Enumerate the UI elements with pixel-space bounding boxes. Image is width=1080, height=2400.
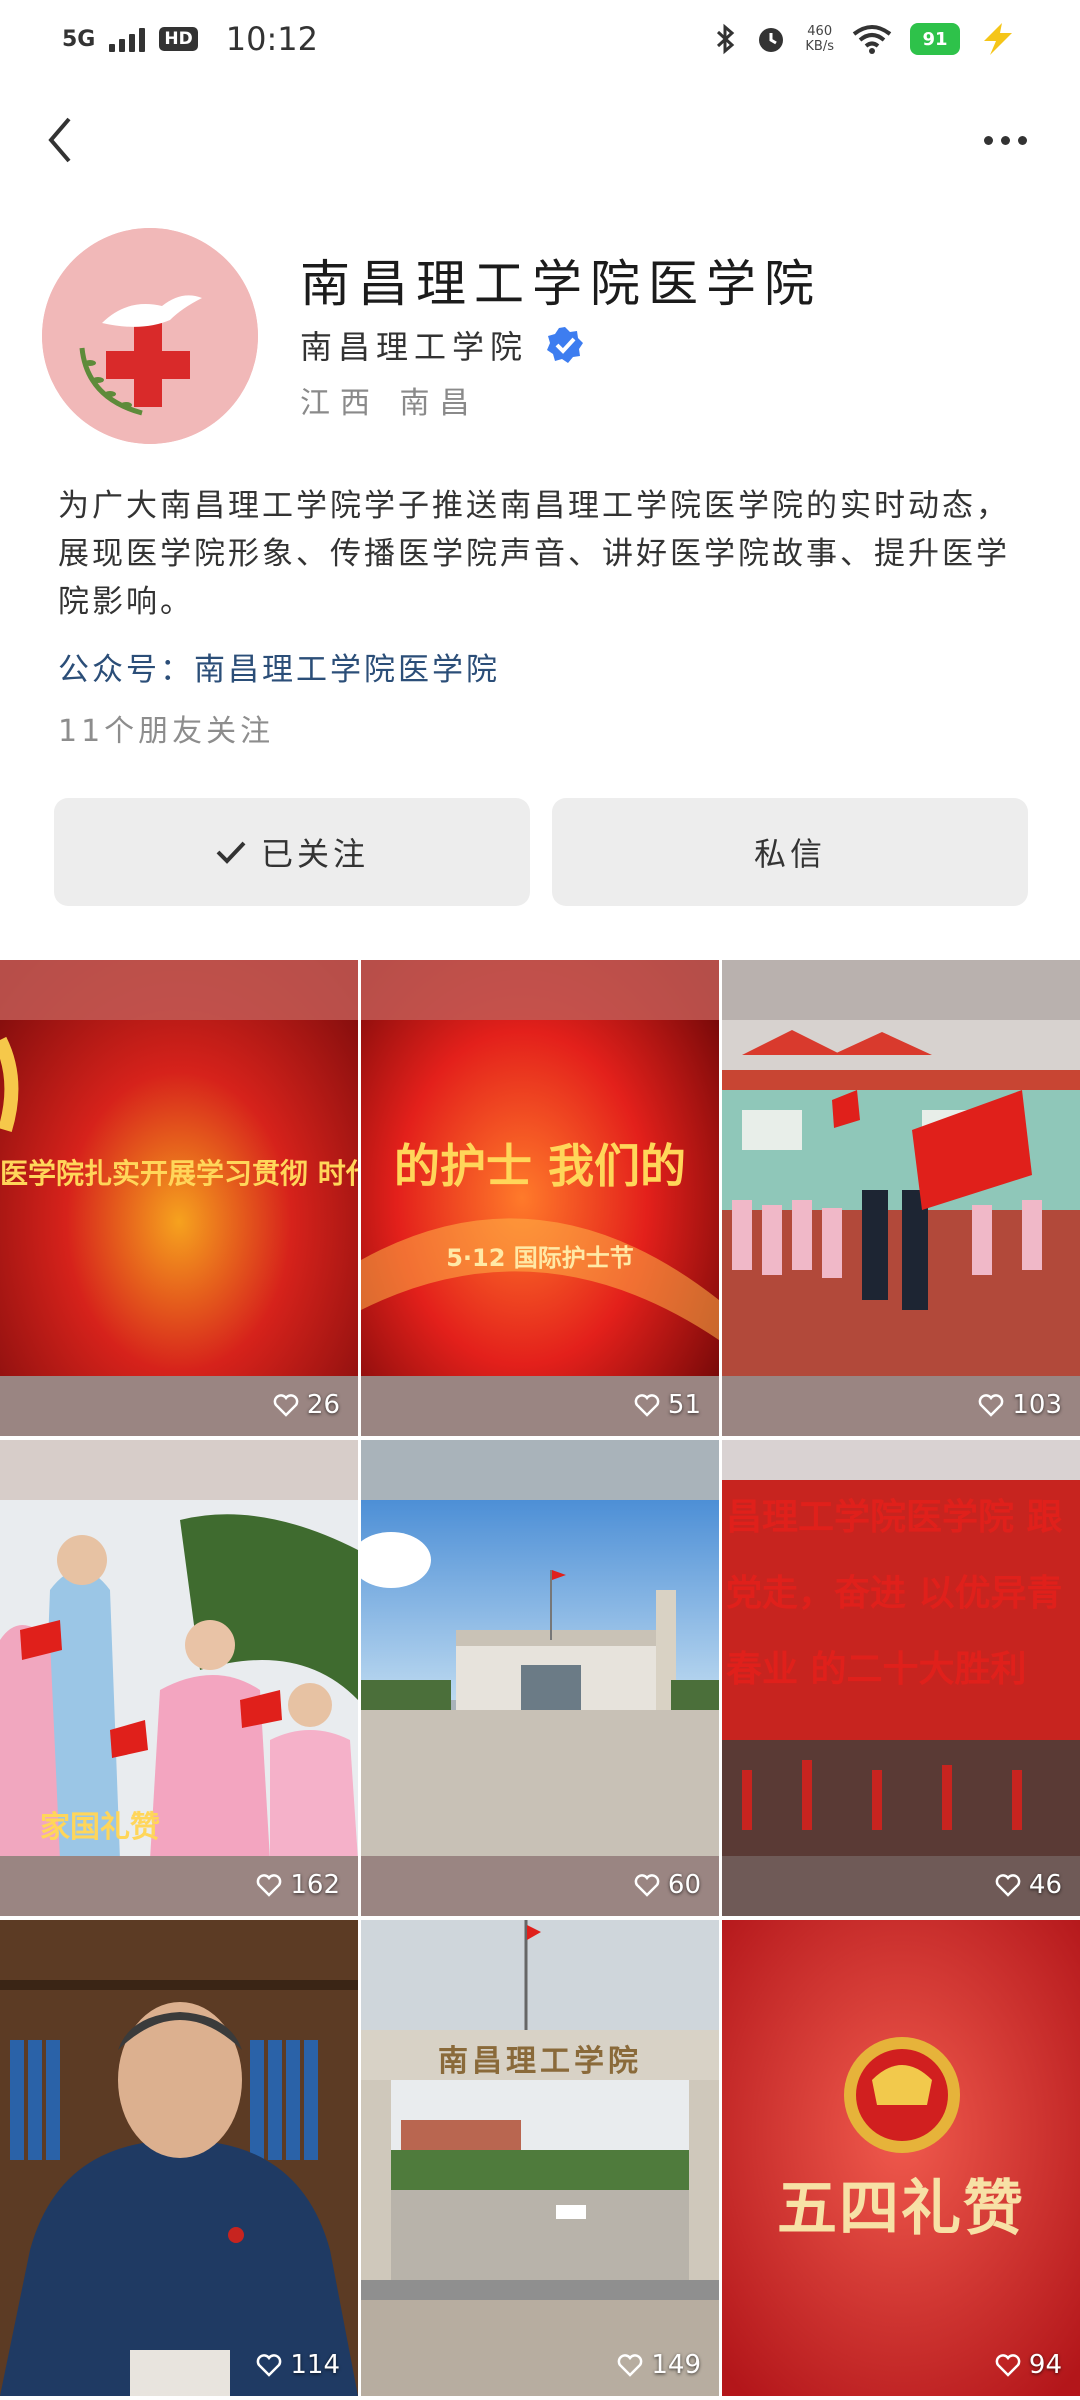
like-count-value: 26 bbox=[306, 1390, 340, 1420]
speed-value: 460 bbox=[807, 24, 833, 39]
video-caption: 昌理工学院医学院 跟党走，奋进 以优异青春业 的二十大胜利 bbox=[726, 1497, 1063, 1690]
like-count: 46 bbox=[995, 1870, 1062, 1900]
like-count-value: 103 bbox=[1012, 1390, 1062, 1420]
video-caption: 家国礼赞 bbox=[40, 1810, 160, 1845]
avatar[interactable] bbox=[42, 228, 258, 444]
friends-following[interactable]: 11个朋友关注 bbox=[58, 706, 274, 750]
like-count: 60 bbox=[634, 1870, 701, 1900]
video-tile[interactable]: 的护士 我们的 5·12 国际护士节 51 bbox=[361, 960, 719, 1436]
heart-icon bbox=[618, 2354, 643, 2377]
heart-icon bbox=[257, 1874, 282, 1897]
heart-icon bbox=[995, 1874, 1021, 1897]
page-title: 南昌理工学院医学院 bbox=[300, 255, 822, 313]
heart-icon bbox=[634, 1394, 660, 1417]
video-tile[interactable]: 114 bbox=[0, 1920, 358, 2396]
check-icon bbox=[216, 841, 246, 864]
battery-indicator: 91 bbox=[910, 23, 960, 55]
video-thumbnail bbox=[0, 1920, 358, 2396]
video-tile[interactable]: 昌理工学院医学院 跟党走，奋进 以优异青春业 的二十大胜利 46 bbox=[722, 1440, 1080, 1916]
more-icon bbox=[983, 135, 993, 145]
alarm-icon bbox=[759, 28, 784, 52]
heart-icon bbox=[995, 2354, 1021, 2377]
video-caption: 的护士 我们的 bbox=[393, 1139, 686, 1193]
message-label: 私信 bbox=[753, 835, 826, 873]
network-label: 5G bbox=[62, 26, 96, 52]
more-button[interactable] bbox=[970, 110, 1040, 170]
back-icon bbox=[48, 117, 71, 163]
network-speed: 460 KB/s bbox=[805, 24, 834, 54]
video-thumbnail bbox=[722, 1920, 1080, 2396]
video-tile[interactable]: 医学院扎实开展学习贯彻 时代中国特色社会主义思想 五一二国际护士节系列活动 26 bbox=[0, 960, 358, 1436]
profile-description: 为广大南昌理工学院学子推送南昌理工学院医学院的实时动态，展现医学院形象、传播医学… bbox=[58, 488, 1010, 620]
like-count: 162 bbox=[256, 1870, 340, 1900]
location: 江西 南昌 bbox=[300, 386, 480, 421]
video-thumbnail bbox=[361, 960, 719, 1436]
org-name: 南昌理工学院 bbox=[300, 328, 529, 366]
video-tile[interactable]: 103 bbox=[722, 960, 1080, 1436]
heart-icon bbox=[979, 1394, 1004, 1417]
charging-icon bbox=[984, 23, 1012, 55]
video-tile[interactable]: 家国礼赞 162 bbox=[0, 1440, 358, 1916]
verified-icon bbox=[547, 327, 584, 363]
speed-unit: KB/s bbox=[805, 39, 834, 54]
signal-icon bbox=[109, 26, 146, 52]
video-subcaption: 5·12 国际护士节 bbox=[446, 1244, 634, 1272]
video-caption: 南昌理工学院 bbox=[438, 2044, 642, 2079]
video-thumbnail bbox=[361, 1920, 719, 2396]
hd-badge: HD bbox=[159, 27, 198, 51]
heart-icon bbox=[273, 1394, 299, 1417]
like-count-value: 149 bbox=[651, 2350, 701, 2380]
heart-icon bbox=[257, 2354, 282, 2377]
nav-bar bbox=[0, 90, 1080, 190]
video-thumbnail bbox=[0, 960, 358, 1436]
status-bar: 5G HD 10:12 460 KB/s 91 bbox=[0, 0, 1080, 78]
heart-icon bbox=[634, 1874, 660, 1897]
video-thumbnail bbox=[361, 1440, 719, 1916]
official-account-link[interactable]: 公众号：南昌理工学院医学院 bbox=[58, 644, 500, 689]
video-thumbnail bbox=[722, 960, 1080, 1436]
video-tile[interactable]: 60 bbox=[361, 1440, 719, 1916]
like-count: 26 bbox=[273, 1390, 340, 1420]
like-count: 149 bbox=[617, 2350, 701, 2380]
like-count-value: 162 bbox=[290, 1870, 340, 1900]
org-row[interactable]: 南昌理工学院 bbox=[300, 322, 584, 368]
video-caption: 医学院扎实开展学习贯彻 时代中国特色社会主义思想 五一二国际护士节系列活动 bbox=[0, 1157, 358, 1190]
like-count-value: 114 bbox=[290, 2350, 340, 2380]
avatar-logo bbox=[42, 228, 258, 444]
like-count: 114 bbox=[256, 2350, 340, 2380]
video-grid: 医学院扎实开展学习贯彻 时代中国特色社会主义思想 五一二国际护士节系列活动 26… bbox=[0, 960, 1080, 2400]
like-count-value: 94 bbox=[1028, 2350, 1062, 2380]
back-button[interactable] bbox=[30, 110, 90, 170]
message-button[interactable]: 私信 bbox=[552, 798, 1028, 906]
like-count-value: 46 bbox=[1028, 1870, 1062, 1900]
like-count-value: 51 bbox=[667, 1390, 701, 1420]
video-tile[interactable]: 五四礼赞 94 bbox=[722, 1920, 1080, 2396]
video-tile[interactable]: 南昌理工学院 149 bbox=[361, 1920, 719, 2396]
video-caption: 五四礼赞 bbox=[777, 2174, 1025, 2244]
follow-button[interactable]: 已关注 bbox=[54, 798, 530, 906]
follow-label: 已关注 bbox=[260, 835, 369, 873]
like-count: 103 bbox=[978, 1390, 1062, 1420]
like-count-value: 60 bbox=[667, 1870, 701, 1900]
like-count: 51 bbox=[634, 1390, 701, 1420]
bluetooth-icon bbox=[717, 23, 735, 55]
clock: 10:12 bbox=[225, 20, 318, 58]
like-count: 94 bbox=[995, 2350, 1062, 2380]
wifi-icon bbox=[852, 25, 892, 54]
